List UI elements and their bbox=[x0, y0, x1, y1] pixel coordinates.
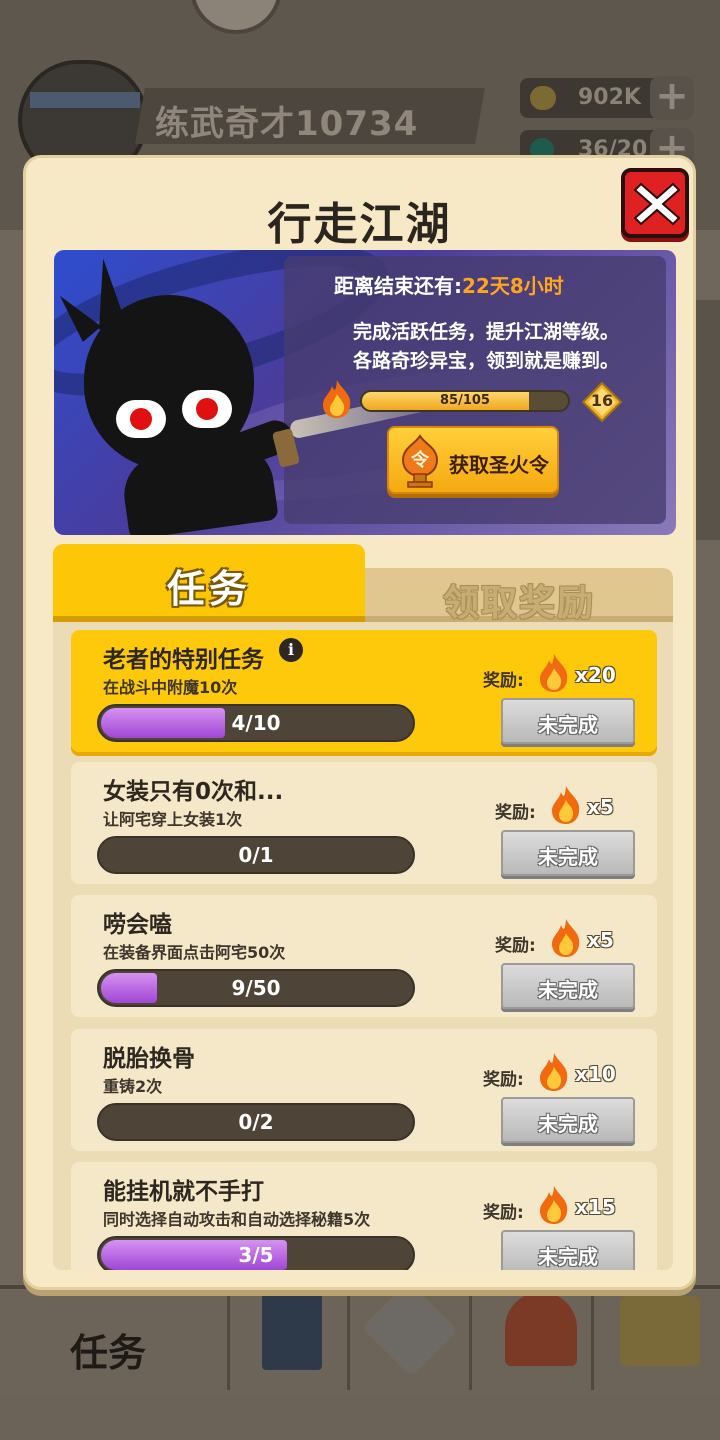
tab-tasks-label: 任务 bbox=[166, 567, 251, 611]
task-card: 脱胎换骨 重铸2次 0/2 奖励: x10 未完成 bbox=[71, 1029, 657, 1151]
task-progress-bar: 3/5 bbox=[97, 1236, 415, 1270]
flame-icon bbox=[552, 786, 580, 824]
player-avatar-headband bbox=[30, 92, 140, 108]
countdown-prefix: 距离结束还有: bbox=[334, 274, 462, 298]
task-status-button[interactable]: 未完成 bbox=[501, 1230, 635, 1270]
flame-icon bbox=[540, 1186, 568, 1224]
task-status-button[interactable]: 未完成 bbox=[501, 830, 635, 876]
bottom-tab-task-label: 任务 bbox=[70, 1331, 147, 1375]
task-progress-text: 3/5 bbox=[238, 1243, 274, 1267]
reward-quantity: x20 bbox=[575, 663, 616, 687]
token-icon-char: 令 bbox=[410, 449, 430, 471]
task-progress-text: 0/2 bbox=[238, 1110, 274, 1134]
get-holy-fire-token-label: 获取圣火令 bbox=[449, 453, 549, 477]
reward-label: 奖励: bbox=[495, 936, 536, 956]
task-name: 脱胎换骨 bbox=[103, 1046, 195, 1072]
coin-icon bbox=[530, 86, 556, 110]
flame-icon bbox=[552, 919, 580, 957]
tab-claim-rewards[interactable]: 领取奖励 bbox=[365, 568, 673, 624]
task-status-label: 未完成 bbox=[538, 1112, 598, 1136]
level-progress-text: 85/105 bbox=[440, 393, 490, 408]
helmet-icon bbox=[505, 1292, 577, 1366]
task-description: 在战斗中附魔10次 bbox=[103, 678, 238, 697]
modal-title: 行走江湖 bbox=[267, 199, 452, 250]
task-card: 唠会嗑 在装备界面点击阿宅50次 9/50 奖励: x5 未完成 bbox=[71, 895, 657, 1017]
tab-tasks[interactable]: 任务 bbox=[53, 544, 365, 622]
task-card: 老者的特别任务 i 在战斗中附魔10次 4/10 奖励: x20 未完成 bbox=[71, 630, 657, 752]
ninja-pupil bbox=[196, 398, 218, 420]
cultivation-book-icon bbox=[262, 1290, 322, 1370]
reward-label: 奖励: bbox=[495, 803, 536, 823]
reward-quantity: x5 bbox=[587, 928, 614, 952]
event-description: 完成活跃任务，提升江湖等级。 各路奇珍异宝，领到就是赚到。 bbox=[316, 318, 656, 376]
event-banner: 距离结束还有:22天8小时 完成活跃任务，提升江湖等级。 各路奇珍异宝，领到就是… bbox=[54, 250, 676, 535]
close-button[interactable] bbox=[621, 168, 689, 238]
coin-counter: 902K + bbox=[520, 76, 694, 120]
ninja-eye-left bbox=[116, 400, 166, 438]
task-progress-bar: 0/2 bbox=[97, 1103, 415, 1141]
reward-label: 奖励: bbox=[483, 671, 524, 691]
player-name: 练武奇才10734 bbox=[155, 104, 419, 144]
background-side-decoration bbox=[694, 300, 720, 540]
task-progress-text: 4/10 bbox=[231, 711, 281, 735]
flame-icon bbox=[323, 380, 351, 418]
event-countdown: 距离结束还有:22天8小时 bbox=[334, 270, 564, 299]
task-list[interactable]: 老者的特别任务 i 在战斗中附魔10次 4/10 奖励: x20 未完成 女装只… bbox=[53, 622, 673, 1270]
countdown-value: 22天8小时 bbox=[462, 274, 564, 298]
task-status-label: 未完成 bbox=[538, 978, 598, 1002]
task-status-button[interactable]: 未完成 bbox=[501, 1097, 635, 1143]
task-progress-bar: 0/1 bbox=[97, 836, 415, 874]
reward-label: 奖励: bbox=[483, 1203, 524, 1223]
task-card: 能挂机就不手打 同时选择自动攻击和自动选择秘籍5次 3/5 奖励: x15 未完… bbox=[71, 1162, 657, 1270]
task-status-button[interactable]: 未完成 bbox=[501, 963, 635, 1009]
task-status-button[interactable]: 未完成 bbox=[501, 698, 635, 744]
reward-quantity: x10 bbox=[575, 1062, 616, 1086]
description-line-1: 完成活跃任务，提升江湖等级。 bbox=[352, 321, 619, 343]
background-floor bbox=[0, 1395, 720, 1440]
task-progress-bar: 4/10 bbox=[97, 704, 415, 742]
task-status-label: 未完成 bbox=[538, 845, 598, 869]
flame-icon bbox=[540, 1053, 568, 1091]
ninja-pupil bbox=[130, 408, 152, 430]
task-name: 女装只有0次和... bbox=[103, 779, 284, 805]
reward-quantity: x5 bbox=[587, 795, 614, 819]
task-name: 老者的特别任务 bbox=[103, 647, 264, 673]
task-description: 让阿宅穿上女装1次 bbox=[103, 810, 243, 829]
get-holy-fire-token-button[interactable]: 令 获取圣火令 bbox=[387, 426, 559, 494]
coin-value: 902K bbox=[578, 85, 641, 110]
quest-modal: 行走江湖 距离结束还有:22天8小时 完成活跃任务，提升江湖等级。 各路奇珍异宝… bbox=[23, 155, 696, 1290]
task-description: 同时选择自动攻击和自动选择秘籍5次 bbox=[103, 1210, 371, 1229]
ninja-eye-right bbox=[182, 390, 232, 428]
reward-label: 奖励: bbox=[483, 1070, 524, 1090]
task-description: 重铸2次 bbox=[103, 1077, 163, 1096]
tab-claim-rewards-label: 领取奖励 bbox=[442, 583, 595, 624]
reward-quantity: x15 bbox=[575, 1195, 616, 1219]
info-icon[interactable]: i bbox=[279, 638, 303, 662]
task-card: 女装只有0次和... 让阿宅穿上女装1次 0/1 奖励: x5 未完成 bbox=[71, 762, 657, 884]
task-name: 能挂机就不手打 bbox=[103, 1179, 264, 1205]
task-name: 唠会嗑 bbox=[103, 912, 172, 938]
task-description: 在装备界面点击阿宅50次 bbox=[103, 943, 286, 962]
house-icon bbox=[620, 1296, 700, 1366]
close-icon bbox=[633, 182, 681, 226]
flame-icon bbox=[540, 654, 568, 692]
level-number: 16 bbox=[590, 391, 614, 410]
task-progress-text: 0/1 bbox=[238, 843, 274, 867]
level-progress-bar: 85/105 bbox=[360, 390, 570, 412]
task-status-label: 未完成 bbox=[538, 1245, 598, 1269]
add-coins-plus-icon: + bbox=[650, 76, 694, 120]
token-icon: 令 bbox=[401, 434, 439, 488]
task-progress-bar: 9/50 bbox=[97, 969, 415, 1007]
task-progress-text: 9/50 bbox=[231, 976, 281, 1000]
task-status-label: 未完成 bbox=[538, 713, 598, 737]
description-line-2: 各路奇珍异宝，领到就是赚到。 bbox=[352, 350, 619, 372]
